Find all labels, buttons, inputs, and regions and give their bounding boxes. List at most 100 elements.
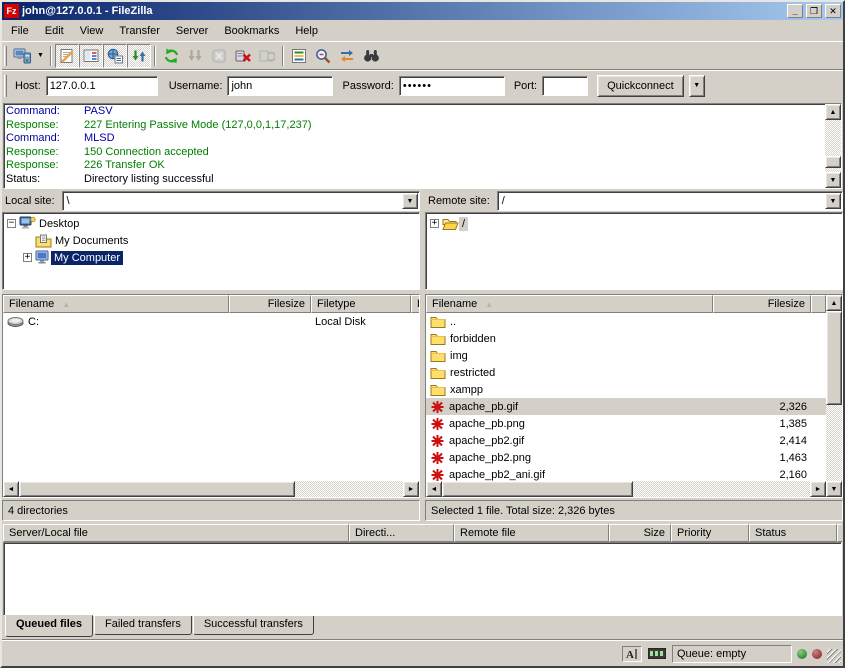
queue-column-remote-file[interactable]: Remote file (454, 524, 609, 542)
tree-item-my-computer[interactable]: +My Computer (4, 249, 418, 266)
log-line-text: Directory listing successful (84, 173, 214, 187)
toolbar-button-refresh[interactable] (159, 44, 183, 68)
file-row-apache-pb2-png[interactable]: apache_pb2.png1,463 (426, 449, 826, 466)
column-header-filesize[interactable]: Filesize (713, 295, 811, 313)
quickconnect-button[interactable]: Quickconnect (597, 75, 684, 97)
column-header-filename[interactable]: Filename▲ (426, 295, 713, 313)
toolbar-button-directory-comparison[interactable] (311, 44, 335, 68)
tree-expander-icon[interactable]: + (430, 219, 439, 228)
toolbar-button-site-manager[interactable] (10, 44, 34, 68)
queue-column-priority[interactable]: Priority (671, 524, 749, 542)
menu-bar: FileEditViewTransferServerBookmarksHelp (2, 20, 843, 41)
remote-vscrollbar[interactable]: ▲ ▼ (826, 295, 842, 497)
tree-item-desktop[interactable]: −Desktop (4, 215, 418, 232)
scroll-up-icon[interactable]: ▲ (826, 295, 842, 311)
tab-successful-transfers[interactable]: Successful transfers (193, 616, 314, 635)
toolbar-button-toggle-transfer-queue[interactable] (127, 44, 151, 68)
toolbar-button-find-files[interactable] (359, 44, 383, 68)
file-row-apache-pb-gif[interactable]: apache_pb.gif2,326 (426, 398, 826, 415)
toolbar-button-disconnect[interactable] (231, 44, 255, 68)
local-hscrollbar[interactable]: ◄ ► (3, 481, 419, 497)
column-header-filesize[interactable]: Filesize (229, 295, 311, 313)
scroll-left-icon[interactable]: ◄ (426, 481, 442, 497)
port-input[interactable] (542, 76, 588, 96)
toolbar-button-process-queue[interactable] (183, 44, 207, 68)
log-scrollbar[interactable]: ▲ ▼ (825, 104, 841, 188)
quickconnect-grip[interactable] (4, 75, 7, 97)
file-row-img[interactable]: img (426, 347, 826, 364)
local-site-bar: Local site: \ ▼ (2, 190, 420, 212)
minimize-button[interactable]: _ (787, 4, 803, 18)
local-site-combo[interactable]: \ ▼ (62, 191, 420, 211)
image-file-icon (430, 434, 445, 448)
remote-hscrollbar[interactable]: ◄ ► (426, 481, 826, 497)
scroll-right-icon[interactable]: ► (403, 481, 419, 497)
local-hscroll-thumb[interactable] (19, 481, 295, 497)
scroll-right-icon[interactable]: ► (810, 481, 826, 497)
remote-hscroll-thumb[interactable] (442, 481, 633, 497)
queue-column-size[interactable]: Size (609, 524, 671, 542)
scroll-down-icon[interactable]: ▼ (826, 481, 842, 497)
username-input[interactable]: john (227, 76, 333, 96)
quickconnect-dropdown-button[interactable]: ▼ (689, 75, 705, 97)
remote-site-combo[interactable]: / ▼ (497, 191, 843, 211)
file-row-restricted[interactable]: restricted (426, 364, 826, 381)
menu-item-edit[interactable]: Edit (37, 22, 72, 40)
column-header-l[interactable]: L (411, 295, 419, 313)
toolbar-button-site-manager-dropdown[interactable]: ▼ (34, 44, 47, 68)
toolbar-button-toggle-local-tree[interactable] (79, 44, 103, 68)
tree-expander-icon[interactable]: + (23, 253, 32, 262)
tree-expander-icon[interactable]: − (7, 219, 16, 228)
documents-folder-icon (35, 234, 52, 248)
tab-queued-files[interactable]: Queued files (5, 615, 93, 637)
menu-item-server[interactable]: Server (168, 22, 216, 40)
cell-filler (811, 364, 826, 381)
tree-item-item[interactable]: +/ (427, 215, 841, 232)
toolbar-button-reconnect[interactable] (255, 44, 279, 68)
remote-vscroll-thumb[interactable] (826, 311, 842, 405)
scroll-left-icon[interactable]: ◄ (3, 481, 19, 497)
file-row-item[interactable]: .. (426, 313, 826, 330)
host-input[interactable]: 127.0.0.1 (46, 76, 158, 96)
menu-item-transfer[interactable]: Transfer (111, 22, 168, 40)
close-button[interactable]: ✕ (825, 4, 841, 18)
file-row-apache-pb2-ani-gif[interactable]: apache_pb2_ani.gif2,160 (426, 466, 826, 481)
file-row-c[interactable]: C:Local Disk (3, 313, 419, 330)
file-row-forbidden[interactable]: forbidden (426, 330, 826, 347)
file-row-apache-pb2-gif[interactable]: apache_pb2.gif2,414 (426, 432, 826, 449)
toolbar-button-toggle-message-log[interactable] (55, 44, 79, 68)
file-row-xampp[interactable]: xampp (426, 381, 826, 398)
password-input[interactable]: •••••• (399, 76, 505, 96)
toggle-message-log-icon (59, 48, 75, 64)
log-scrollbar-thumb[interactable] (825, 156, 841, 168)
speed-limit-icon[interactable] (647, 646, 667, 662)
queue-column-server-local-file[interactable]: Server/Local file (3, 524, 349, 542)
toolbar-button-toggle-remote-tree[interactable] (103, 44, 127, 68)
toolbar: ▼ (2, 41, 843, 69)
toolbar-button-cancel-operation[interactable] (207, 44, 231, 68)
log-line: Command:PASV (6, 105, 823, 119)
menu-item-file[interactable]: File (3, 22, 37, 40)
column-header-filetype[interactable]: Filetype (311, 295, 411, 313)
queue-column-status[interactable]: Status (749, 524, 837, 542)
queue-column-directi[interactable]: Directi... (349, 524, 454, 542)
menu-item-bookmarks[interactable]: Bookmarks (216, 22, 287, 40)
tree-item-my-documents[interactable]: My Documents (4, 232, 418, 249)
combo-dropdown-icon[interactable]: ▼ (825, 193, 841, 209)
combo-dropdown-icon[interactable]: ▼ (402, 193, 418, 209)
scroll-down-icon[interactable]: ▼ (825, 172, 841, 188)
scroll-up-icon[interactable]: ▲ (825, 104, 841, 120)
local-directory-tree: −DesktopMy Documents+My Computer (2, 212, 420, 290)
menu-item-view[interactable]: View (72, 22, 112, 40)
resize-grip[interactable] (827, 649, 841, 663)
file-row-apache-pb-png[interactable]: apache_pb.png1,385 (426, 415, 826, 432)
toolbar-button-synchronized-browsing[interactable] (335, 44, 359, 68)
menu-item-help[interactable]: Help (287, 22, 326, 40)
toolbar-grip[interactable] (4, 46, 7, 66)
filename-cell: apache_pb.png (426, 415, 713, 432)
toolbar-button-directory-filters[interactable] (287, 44, 311, 68)
maximize-button[interactable]: ❐ (806, 4, 822, 18)
tab-failed-transfers[interactable]: Failed transfers (94, 616, 192, 635)
column-header-filename[interactable]: Filename▲ (3, 295, 229, 313)
data-type-indicator-icon[interactable]: A (622, 646, 642, 662)
